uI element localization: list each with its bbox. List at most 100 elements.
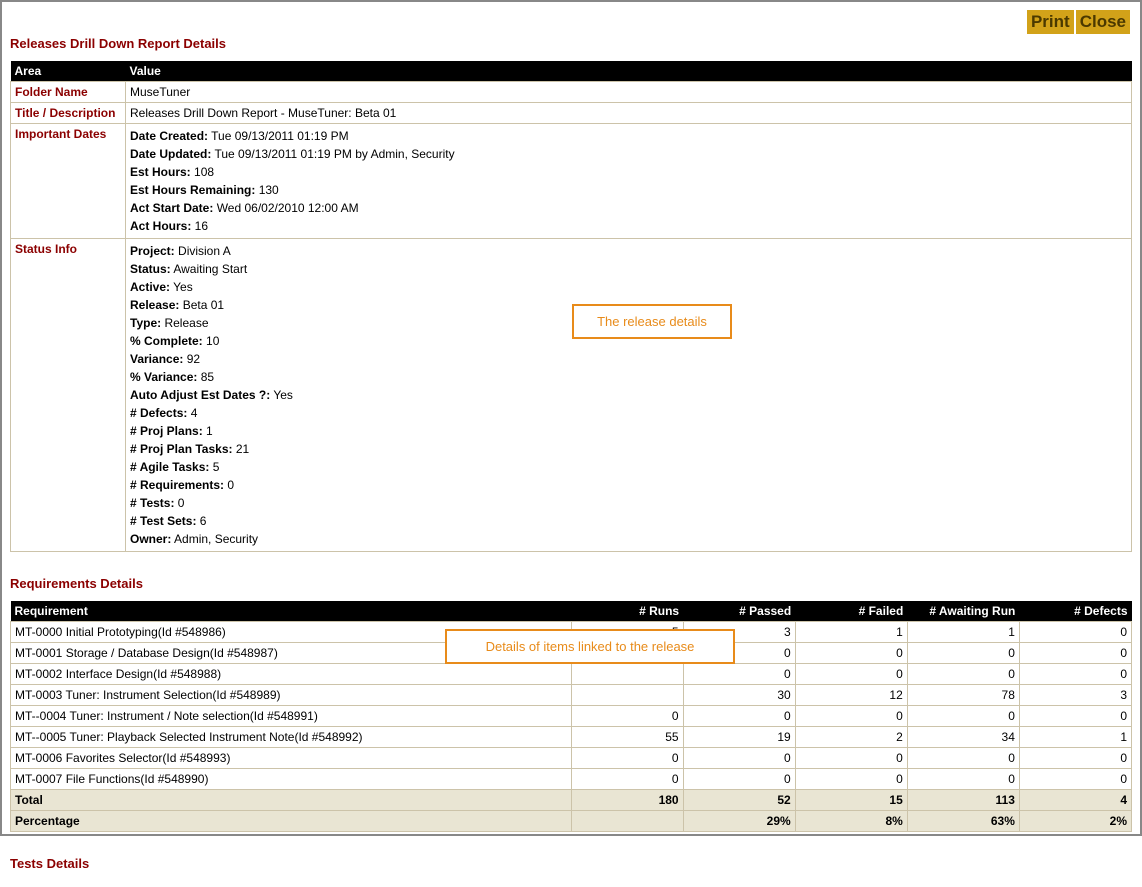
details-row-label: Folder Name <box>11 82 126 103</box>
details-row-value: MuseTuner <box>126 82 1132 103</box>
details-row-value: Project: Division AStatus: Awaiting Star… <box>126 239 1132 552</box>
details-row-label: Status Info <box>11 239 126 552</box>
kv-value: Release <box>161 316 208 330</box>
kv-value: 10 <box>203 334 220 348</box>
callout-release-details: The release details <box>572 304 732 339</box>
kv-key: Auto Adjust Est Dates ?: <box>130 388 270 402</box>
req-cell: 15 <box>795 790 907 811</box>
req-cell: 4 <box>1019 790 1131 811</box>
req-cell: MT-0007 File Functions(Id #548990) <box>11 769 572 790</box>
kv-key: # Proj Plan Tasks: <box>130 442 233 456</box>
kv-key: Release: <box>130 298 179 312</box>
kv-key: % Variance: <box>130 370 197 384</box>
kv-key: Act Start Date: <box>130 201 213 215</box>
details-row: Folder NameMuseTuner <box>11 82 1132 103</box>
req-cell <box>571 811 683 832</box>
req-total-row: Percentage29%8%63%2% <box>11 811 1132 832</box>
req-row: MT-0003 Tuner: Instrument Selection(Id #… <box>11 685 1132 706</box>
kv-value: Yes <box>270 388 293 402</box>
kv-value: Tue 09/13/2011 01:19 PM by Admin, Securi… <box>211 147 454 161</box>
req-row: MT--0005 Tuner: Playback Selected Instru… <box>11 727 1132 748</box>
details-row: Title / DescriptionReleases Drill Down R… <box>11 103 1132 124</box>
kv-value: Beta 01 <box>179 298 224 312</box>
req-cell: 0 <box>1019 706 1131 727</box>
kv-key: Variance: <box>130 352 183 366</box>
req-cell: 19 <box>683 727 795 748</box>
top-buttons: Print Close <box>1027 10 1130 34</box>
req-cell: 0 <box>683 706 795 727</box>
details-row-label: Title / Description <box>11 103 126 124</box>
kv-value: 1 <box>203 424 213 438</box>
kv-value: 4 <box>187 406 197 420</box>
req-cell: 0 <box>907 664 1019 685</box>
details-header-value: Value <box>126 61 1132 82</box>
details-table: Area Value Folder NameMuseTunerTitle / D… <box>10 61 1132 552</box>
kv-value: 108 <box>191 165 214 179</box>
req-header-requirement: Requirement <box>11 601 572 622</box>
details-row-value: Date Created: Tue 09/13/2011 01:19 PMDat… <box>126 124 1132 239</box>
req-cell: MT--0004 Tuner: Instrument / Note select… <box>11 706 572 727</box>
details-row: Important DatesDate Created: Tue 09/13/2… <box>11 124 1132 239</box>
kv-key: Date Updated: <box>130 147 211 161</box>
req-cell: 0 <box>683 664 795 685</box>
callout-linked-items: Details of items linked to the release <box>445 629 735 664</box>
kv-value: 6 <box>196 514 206 528</box>
tests-title: Tests Details <box>10 856 1132 871</box>
req-cell: 2% <box>1019 811 1131 832</box>
req-total-row: Total18052151134 <box>11 790 1132 811</box>
req-cell: MT-0006 Favorites Selector(Id #548993) <box>11 748 572 769</box>
kv-value: Division A <box>175 244 231 258</box>
req-cell: 78 <box>907 685 1019 706</box>
kv-key: Type: <box>130 316 161 330</box>
details-row-value: Releases Drill Down Report - MuseTuner: … <box>126 103 1132 124</box>
kv-key: # Defects: <box>130 406 187 420</box>
req-cell: 2 <box>795 727 907 748</box>
details-row: Status InfoProject: Division AStatus: Aw… <box>11 239 1132 552</box>
kv-key: Project: <box>130 244 175 258</box>
req-cell: 0 <box>683 748 795 769</box>
kv-value: Awaiting Start <box>171 262 248 276</box>
req-cell: Percentage <box>11 811 572 832</box>
kv-key: Est Hours Remaining: <box>130 183 255 197</box>
report-content: Releases Drill Down Report Details Area … <box>2 2 1140 887</box>
kv-value: 85 <box>197 370 214 384</box>
kv-key: # Proj Plans: <box>130 424 203 438</box>
req-header-awaiting: # Awaiting Run <box>907 601 1019 622</box>
req-header-failed: # Failed <box>795 601 907 622</box>
kv-value: 0 <box>224 478 234 492</box>
main-title: Releases Drill Down Report Details <box>10 36 1132 51</box>
req-cell: 0 <box>795 748 907 769</box>
req-cell: MT--0005 Tuner: Playback Selected Instru… <box>11 727 572 748</box>
req-cell: 0 <box>1019 769 1131 790</box>
kv-key: % Complete: <box>130 334 203 348</box>
req-cell: 0 <box>907 748 1019 769</box>
req-cell: 113 <box>907 790 1019 811</box>
req-cell: 52 <box>683 790 795 811</box>
close-button[interactable]: Close <box>1076 10 1130 34</box>
req-cell: 0 <box>907 643 1019 664</box>
req-cell: 3 <box>1019 685 1131 706</box>
kv-key: # Requirements: <box>130 478 224 492</box>
req-row: MT-0002 Interface Design(Id #548988)0000 <box>11 664 1132 685</box>
req-cell <box>571 664 683 685</box>
req-header-passed: # Passed <box>683 601 795 622</box>
req-cell: 0 <box>571 748 683 769</box>
req-cell: 12 <box>795 685 907 706</box>
req-cell <box>571 685 683 706</box>
req-cell: 0 <box>795 769 907 790</box>
req-cell: MT-0003 Tuner: Instrument Selection(Id #… <box>11 685 572 706</box>
req-cell: 0 <box>683 769 795 790</box>
req-cell: 0 <box>1019 664 1131 685</box>
req-row: MT-0006 Favorites Selector(Id #548993)00… <box>11 748 1132 769</box>
kv-key: Act Hours: <box>130 219 191 233</box>
kv-value: 0 <box>174 496 184 510</box>
req-row: MT--0004 Tuner: Instrument / Note select… <box>11 706 1132 727</box>
req-cell: 0 <box>907 706 1019 727</box>
kv-value: Yes <box>170 280 193 294</box>
print-button[interactable]: Print <box>1027 10 1074 34</box>
req-cell: 0 <box>1019 748 1131 769</box>
kv-value: Tue 09/13/2011 01:19 PM <box>208 129 349 143</box>
req-cell: 0 <box>907 769 1019 790</box>
kv-key: Active: <box>130 280 170 294</box>
req-cell: 55 <box>571 727 683 748</box>
